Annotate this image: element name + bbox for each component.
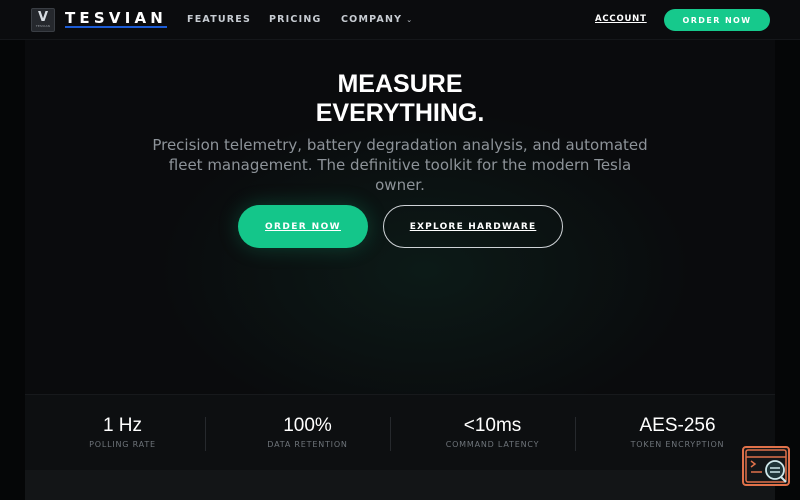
code-search-icon[interactable] (742, 446, 790, 486)
stat-divider (390, 417, 391, 451)
top-navigation: V TESVIAN TESVIAN FEATURES PRICING COMPA… (0, 0, 800, 40)
stat-value: 100% (283, 415, 332, 436)
nav-company-dropdown[interactable]: COMPANY ⌄ (341, 14, 413, 25)
logo-letter: V (37, 10, 49, 25)
stat-label: COMMAND LATENCY (445, 440, 540, 449)
stat-divider (575, 417, 576, 451)
stats-bar: 1 Hz POLLING RATE 100% DATA RETENTION <1… (25, 394, 775, 470)
nav-pricing-link[interactable]: PRICING (269, 14, 321, 25)
hero-title: MEASURE EVERYTHING. (0, 70, 800, 128)
stat-divider (205, 417, 206, 451)
logo-small-text: TESVIAN (35, 24, 51, 28)
code-search-icon-graphic (745, 449, 787, 483)
hero-title-line2: EVERYTHING. (315, 99, 485, 127)
nav-features-link[interactable]: FEATURES (187, 14, 251, 25)
account-link[interactable]: ACCOUNT (595, 14, 647, 24)
stat-command-latency: <10ms COMMAND LATENCY (400, 395, 585, 471)
stat-value: <10ms (463, 415, 522, 436)
explore-hardware-button[interactable]: EXPLORE HARDWARE (383, 205, 563, 248)
stat-label: DATA RETENTION (267, 440, 348, 449)
nav-company-label: COMPANY (341, 14, 403, 25)
order-now-nav-button[interactable]: ORDER NOW (664, 9, 770, 31)
stat-label: POLLING RATE (89, 440, 156, 449)
logo-icon[interactable]: V TESVIAN (31, 8, 55, 32)
stat-polling-rate: 1 Hz POLLING RATE (30, 395, 215, 471)
stat-data-retention: 100% DATA RETENTION (215, 395, 400, 471)
hero-subtitle: Precision telemetry, battery degradation… (152, 136, 648, 194)
brand-name[interactable]: TESVIAN (65, 10, 168, 28)
stat-value: AES-256 (639, 415, 716, 436)
order-now-button[interactable]: ORDER NOW (238, 205, 368, 248)
next-section-band (25, 470, 775, 500)
stat-value: 1 Hz (102, 415, 143, 436)
hero-title-line1: MEASURE (337, 70, 463, 98)
chevron-down-icon: ⌄ (406, 16, 414, 24)
